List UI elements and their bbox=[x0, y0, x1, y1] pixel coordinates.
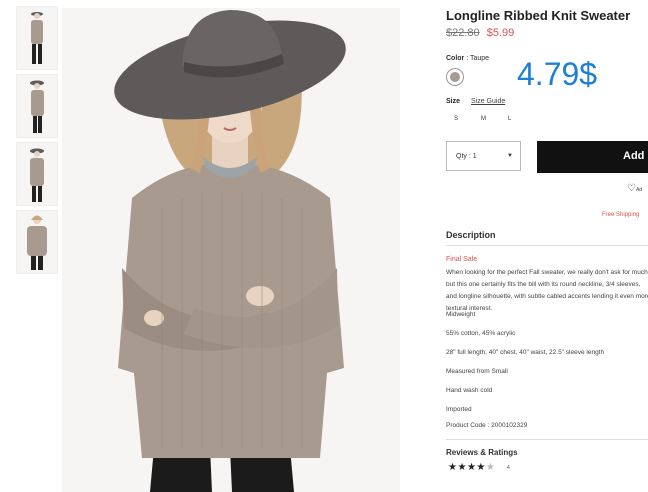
star-rating[interactable]: ★★★★★ bbox=[448, 462, 495, 473]
color-value: : Taupe bbox=[466, 55, 490, 62]
detail-origin: Imported bbox=[446, 406, 472, 413]
color-swatch-taupe[interactable] bbox=[446, 68, 464, 86]
review-count: 4 bbox=[507, 465, 510, 471]
description-text: When looking for the perfect Fall sweate… bbox=[446, 269, 648, 312]
color-label: Color bbox=[446, 55, 465, 62]
star-icon: ★ bbox=[457, 462, 467, 473]
price: $22.80 $5.99 bbox=[446, 27, 514, 39]
model-photo bbox=[62, 8, 400, 492]
thumbnail-4[interactable] bbox=[16, 210, 58, 274]
star-icon: ★ bbox=[476, 462, 486, 473]
quantity-value: Qty : 1 bbox=[456, 153, 477, 160]
detail-measured-from: Measured from Small bbox=[446, 368, 508, 375]
detail-measurements: 28" full length, 40" chest, 40" waist, 2… bbox=[446, 349, 605, 356]
detail-weight: Midweight bbox=[446, 311, 476, 318]
size-label: Size bbox=[446, 98, 461, 105]
divider bbox=[446, 439, 648, 440]
color-row: Color : Taupe bbox=[446, 55, 489, 62]
add-button-label: Add bbox=[623, 150, 645, 162]
add-to-bag-button[interactable]: Add bbox=[537, 141, 648, 173]
chevron-down-icon: ▼ bbox=[507, 153, 513, 159]
overlay-price-annotation: 4.79$ bbox=[517, 56, 598, 92]
final-sale-label: Final Sale bbox=[446, 256, 478, 263]
thumbnail-2[interactable] bbox=[16, 74, 58, 138]
wishlist-button[interactable]: ♡Ad bbox=[627, 183, 642, 194]
thumbnail-1[interactable] bbox=[16, 6, 58, 70]
thumbnail-image bbox=[17, 75, 57, 137]
detail-material: 55% cotton, 45% acrylic bbox=[446, 330, 516, 337]
free-shipping-link[interactable]: Free Shipping bbox=[602, 212, 639, 218]
detail-care: Hand wash cold bbox=[446, 387, 493, 394]
product-title: Longline Ribbed Knit Sweater bbox=[446, 8, 631, 23]
thumbnail-image bbox=[17, 7, 57, 69]
size-option-m[interactable]: M bbox=[481, 116, 486, 122]
product-code: Product Code : 2000102329 bbox=[446, 422, 528, 429]
original-price: $22.80 bbox=[446, 27, 480, 39]
thumbnail-list bbox=[16, 6, 60, 278]
description-heading: Description bbox=[446, 230, 496, 240]
wishlist-label: Ad bbox=[635, 187, 643, 193]
divider bbox=[446, 245, 648, 246]
star-icon: ★ bbox=[466, 462, 477, 473]
reviews-heading: Reviews & Ratings bbox=[446, 448, 518, 457]
thumbnail-image bbox=[17, 143, 57, 205]
heart-icon: ♡ bbox=[627, 183, 636, 194]
sale-price: $5.99 bbox=[486, 27, 515, 39]
thumbnail-image bbox=[17, 211, 57, 273]
star-empty-icon: ★ bbox=[485, 462, 496, 473]
thumbnail-3[interactable] bbox=[16, 142, 58, 206]
quantity-select[interactable]: Qty : 1 ▼ bbox=[446, 141, 521, 171]
size-guide-link[interactable]: Size Guide bbox=[471, 98, 505, 105]
size-option-l[interactable]: L bbox=[508, 116, 511, 122]
size-option-s[interactable]: S bbox=[454, 116, 458, 122]
main-product-image[interactable] bbox=[62, 8, 400, 492]
